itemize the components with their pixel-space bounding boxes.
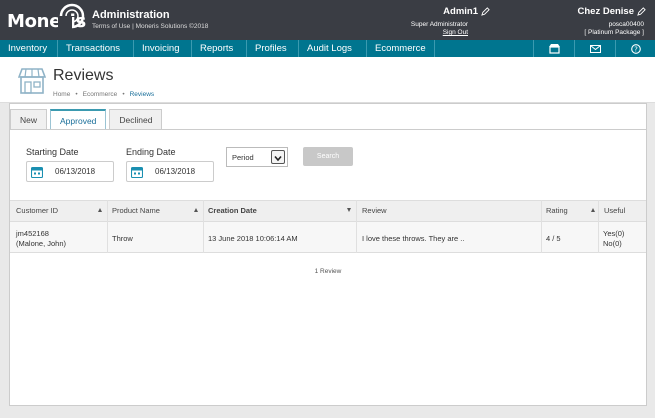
- nav-item-transactions[interactable]: Transactions: [58, 40, 134, 57]
- calendar-icon[interactable]: [31, 166, 43, 178]
- main-nav: Inventory Transactions Invoicing Reports…: [0, 40, 655, 57]
- user-info: Admin1 Super Administrator Sign Out: [400, 6, 490, 36]
- mail-icon: [589, 44, 601, 53]
- nav-item-inventory[interactable]: Inventory: [0, 40, 58, 57]
- useful-yes-cell: Yes(0): [603, 229, 625, 238]
- edit-pencil-icon[interactable]: [481, 7, 490, 16]
- column-divider: [356, 200, 357, 253]
- table-header: Customer ID Product Name Creation Date R…: [10, 200, 646, 222]
- column-review[interactable]: Review: [362, 201, 387, 221]
- store-id: posca00400: [608, 21, 644, 28]
- column-divider: [598, 200, 599, 253]
- chevron-down-icon[interactable]: [271, 150, 285, 164]
- edit-pencil-icon[interactable]: [637, 7, 646, 16]
- sort-icon[interactable]: [591, 208, 595, 212]
- top-header: Moneris Administration Terms of Use | Mo…: [0, 0, 655, 40]
- nav-item-audit-logs[interactable]: Audit Logs: [299, 40, 367, 57]
- period-select[interactable]: Period: [226, 147, 288, 167]
- storefront-icon: [18, 68, 46, 94]
- review-cell: I love these throws. They are ..: [362, 234, 465, 243]
- tab-approved[interactable]: Approved: [50, 109, 107, 130]
- tab-declined[interactable]: Declined: [109, 109, 163, 129]
- store-package: [ Platinum Package ]: [584, 29, 644, 36]
- sort-desc-icon[interactable]: [347, 208, 351, 212]
- rating-cell: 4 / 5: [546, 234, 561, 243]
- store-info: Chez Denise posca00400 [ Platinum Packag…: [540, 6, 646, 36]
- page-header: Reviews Home • Ecommerce • Reviews: [0, 57, 655, 103]
- header-sub-links[interactable]: Terms of Use | Moneris Solutions ©2018: [92, 23, 208, 30]
- column-divider: [541, 200, 542, 253]
- starting-date-label: Starting Date: [26, 147, 79, 157]
- sort-icon[interactable]: [98, 208, 102, 212]
- logo-swoosh-icon: [58, 3, 85, 30]
- ending-date-value: 06/13/2018: [155, 167, 196, 176]
- page-title: Reviews: [53, 67, 114, 84]
- search-button[interactable]: Search: [303, 147, 353, 166]
- starting-date-value: 06/13/2018: [55, 167, 96, 176]
- app-title: Administration: [92, 9, 170, 21]
- column-useful[interactable]: Useful: [604, 201, 625, 221]
- ending-date-field[interactable]: 06/13/2018: [126, 161, 214, 182]
- column-rating[interactable]: Rating: [546, 201, 568, 221]
- tab-divider: [10, 129, 646, 130]
- column-customer-id[interactable]: Customer ID: [16, 201, 58, 221]
- help-icon: ?: [630, 43, 641, 54]
- breadcrumb-ecommerce[interactable]: Ecommerce: [83, 91, 118, 98]
- column-product-name[interactable]: Product Name: [112, 201, 160, 221]
- breadcrumb-home[interactable]: Home: [53, 91, 70, 98]
- nav-item-reports[interactable]: Reports: [192, 40, 247, 57]
- starting-date-field[interactable]: 06/13/2018: [26, 161, 114, 182]
- column-divider: [203, 200, 204, 253]
- useful-no-cell: No(0): [603, 239, 622, 248]
- period-select-value: Period: [232, 153, 254, 162]
- column-divider: [107, 200, 108, 253]
- customer-id-cell: jm452168: [16, 229, 49, 238]
- calendar-icon[interactable]: [131, 166, 143, 178]
- creation-date-cell: 13 June 2018 10:06:14 AM: [208, 234, 298, 243]
- user-name: Admin1: [443, 6, 478, 17]
- column-creation-date[interactable]: Creation Date: [208, 201, 257, 221]
- review-count: 1 Review: [314, 268, 342, 275]
- store-nav-button[interactable]: [533, 40, 574, 57]
- customer-name-cell: (Malone, John): [16, 239, 67, 248]
- breadcrumb: Home • Ecommerce • Reviews: [53, 91, 155, 98]
- product-cell: Throw: [112, 234, 133, 243]
- help-nav-button[interactable]: ?: [615, 40, 655, 57]
- nav-item-profiles[interactable]: Profiles: [247, 40, 299, 57]
- breadcrumb-current: Reviews: [129, 91, 155, 98]
- mail-nav-button[interactable]: [574, 40, 615, 57]
- tab-new[interactable]: New: [10, 109, 48, 129]
- reviews-panel: New Approved Declined Starting Date 06/1…: [9, 103, 647, 406]
- nav-item-invoicing[interactable]: Invoicing: [134, 40, 192, 57]
- sign-out-link[interactable]: Sign Out: [400, 29, 468, 36]
- user-role: Super Administrator: [410, 21, 468, 28]
- sort-icon[interactable]: [194, 208, 198, 212]
- svg-text:?: ?: [634, 45, 638, 53]
- ending-date-label: Ending Date: [126, 147, 176, 157]
- table-row[interactable]: jm452168 (Malone, John) Throw 13 June 20…: [10, 222, 646, 253]
- nav-item-ecommerce[interactable]: Ecommerce: [367, 40, 435, 57]
- store-name: Chez Denise: [577, 6, 635, 17]
- store-icon: [548, 43, 560, 54]
